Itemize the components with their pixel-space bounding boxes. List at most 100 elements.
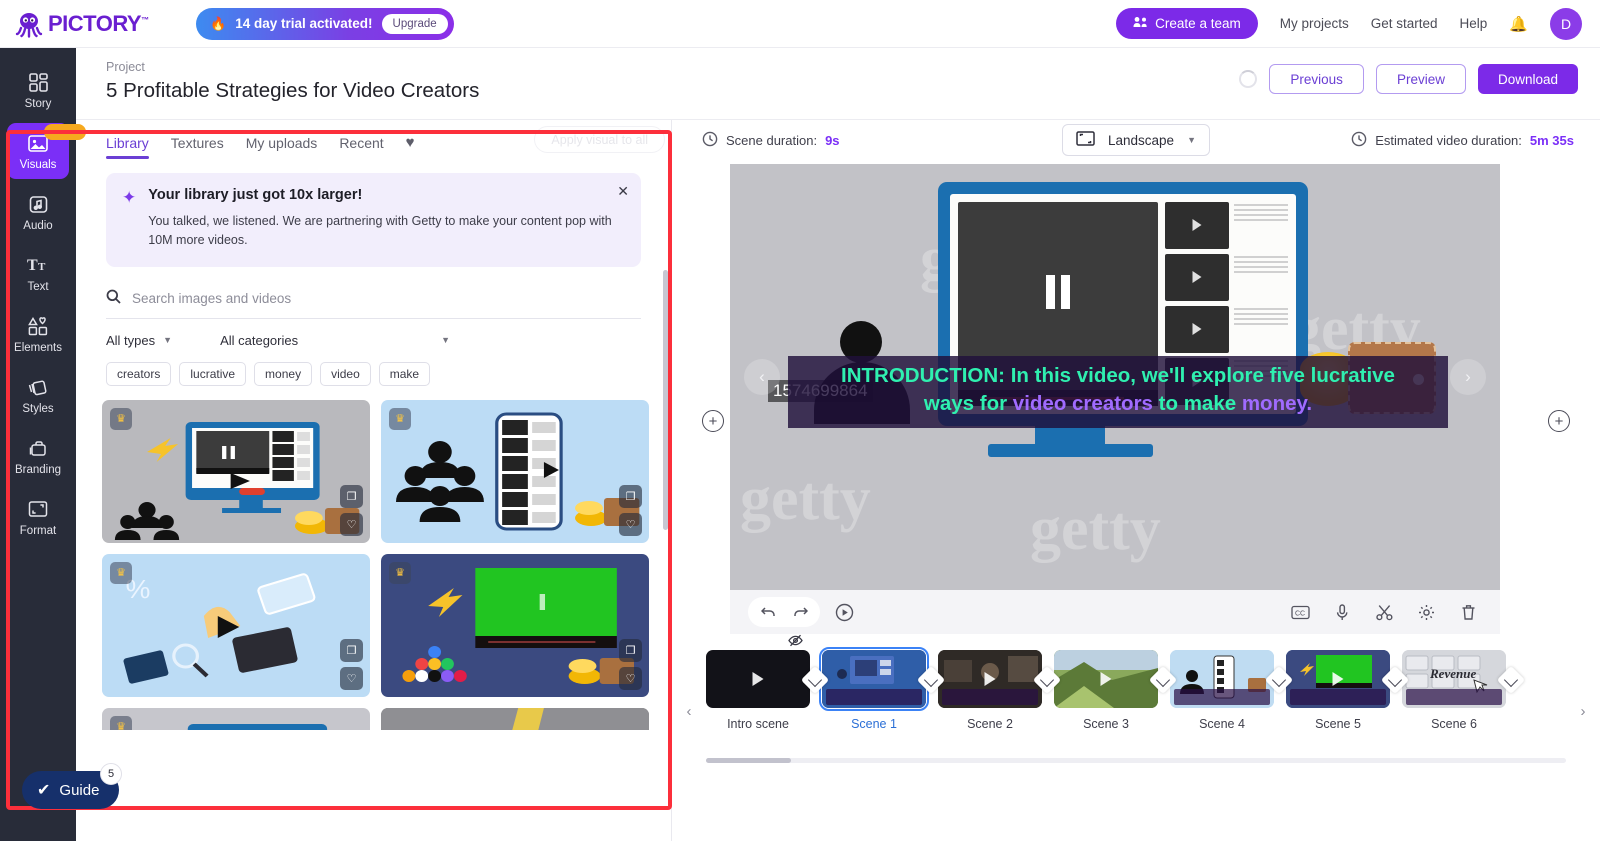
- top-right-actions: Create a team My projects Get started He…: [1116, 8, 1600, 40]
- settings-gear-icon[interactable]: [1412, 598, 1440, 626]
- media-thumbnail[interactable]: ♛ ❐ ♡: [381, 554, 649, 697]
- filter-all-categories-label: All categories: [220, 333, 298, 348]
- timeline-scene[interactable]: Scene 3: [1048, 650, 1164, 731]
- eye-off-icon[interactable]: [788, 634, 803, 650]
- duplicate-icon[interactable]: ❐: [619, 639, 642, 662]
- scene-label: Scene 4: [1199, 717, 1245, 731]
- crown-icon: ♛: [389, 408, 411, 430]
- add-scene-after-button[interactable]: +: [1548, 410, 1570, 432]
- previous-button[interactable]: Previous: [1269, 64, 1364, 94]
- play-icon: [753, 672, 764, 686]
- redo-icon[interactable]: [786, 598, 814, 626]
- sidebar-item-elements[interactable]: Elements: [7, 306, 69, 362]
- scene-thumbnail[interactable]: [1286, 650, 1390, 708]
- scene-thumbnail[interactable]: [1054, 650, 1158, 708]
- library-scrollbar[interactable]: [663, 270, 668, 530]
- upgrade-button[interactable]: Upgrade: [382, 14, 448, 34]
- tab-library[interactable]: Library: [106, 135, 149, 159]
- close-icon[interactable]: ✕: [617, 183, 629, 200]
- scene-label: Intro scene: [727, 717, 789, 731]
- filter-all-categories[interactable]: All categories ▼: [220, 333, 450, 348]
- chip-make[interactable]: make: [379, 362, 430, 386]
- sidebar-label-text: Text: [27, 281, 48, 293]
- nav-my-projects[interactable]: My projects: [1280, 16, 1349, 31]
- heart-outline-icon[interactable]: ♡: [619, 667, 642, 690]
- aspect-ratio-select[interactable]: Landscape ▼: [1062, 124, 1210, 156]
- scene-thumbnail[interactable]: [1170, 650, 1274, 708]
- tab-textures[interactable]: Textures: [171, 135, 224, 159]
- notifications-bell-icon[interactable]: 🔔: [1509, 15, 1528, 33]
- tab-recent[interactable]: Recent: [339, 135, 383, 159]
- thumbnail-actions: ❐ ♡: [340, 639, 363, 690]
- stage-prev-arrow[interactable]: ‹: [744, 359, 780, 395]
- heart-icon[interactable]: ♥: [406, 134, 415, 159]
- timeline-scene[interactable]: Scene 4: [1164, 650, 1280, 731]
- search-input[interactable]: [132, 291, 641, 306]
- timeline-next-arrow[interactable]: ›: [1574, 702, 1592, 720]
- duplicate-icon[interactable]: ❐: [340, 485, 363, 508]
- sidebar-label-format: Format: [20, 525, 56, 537]
- stage-next-arrow[interactable]: ›: [1450, 359, 1486, 395]
- user-avatar[interactable]: D: [1550, 8, 1582, 40]
- filter-all-types[interactable]: All types ▼: [106, 333, 172, 348]
- sidebar-label-branding: Branding: [15, 464, 61, 476]
- timeline-scene[interactable]: Scene 1: [816, 650, 932, 731]
- download-button[interactable]: Download: [1478, 64, 1578, 94]
- heart-outline-icon[interactable]: ♡: [619, 513, 642, 536]
- pictory-logo[interactable]: PICTORY™: [14, 9, 164, 39]
- scene-duration: Scene duration: 9s: [702, 131, 840, 150]
- caption-overlay[interactable]: INTRODUCTION: In this video, we'll explo…: [788, 356, 1448, 428]
- timeline-scene[interactable]: Scene 2: [932, 650, 1048, 731]
- trash-icon[interactable]: [1454, 598, 1482, 626]
- heart-outline-icon[interactable]: ♡: [340, 667, 363, 690]
- heart-outline-icon[interactable]: ♡: [340, 513, 363, 536]
- undo-icon[interactable]: [754, 598, 782, 626]
- scene-label: Scene 2: [967, 717, 1013, 731]
- scene-thumbnail[interactable]: [706, 650, 810, 708]
- sidebar-item-format[interactable]: Format: [7, 489, 69, 545]
- scissors-icon[interactable]: [1370, 598, 1398, 626]
- apply-visual-to-all-button[interactable]: Apply visual to all: [534, 126, 665, 153]
- duplicate-icon[interactable]: ❐: [619, 485, 642, 508]
- sidebar-item-story[interactable]: Story: [7, 62, 69, 118]
- sidebar-item-audio[interactable]: Audio: [7, 184, 69, 240]
- play-circle-icon[interactable]: [830, 598, 858, 626]
- thumbnail-actions: ❐ ♡: [619, 485, 642, 536]
- timeline-scene[interactable]: Revenue Scene 6: [1396, 650, 1512, 731]
- crown-icon: ♛: [110, 408, 132, 430]
- media-thumbnail[interactable]: ❐ ♡: [381, 708, 649, 730]
- add-scene-before-button[interactable]: +: [702, 410, 724, 432]
- clock-icon: [1351, 131, 1367, 150]
- chip-video[interactable]: video: [320, 362, 371, 386]
- chip-lucrative[interactable]: lucrative: [179, 362, 246, 386]
- create-team-button[interactable]: Create a team: [1116, 8, 1258, 39]
- guide-badge-count: 5: [100, 763, 122, 785]
- sidebar-item-text[interactable]: T T Text: [7, 245, 69, 301]
- scene-thumbnail[interactable]: [938, 650, 1042, 708]
- tab-my-uploads[interactable]: My uploads: [246, 135, 318, 159]
- project-actions: Previous Preview Download: [1239, 64, 1578, 94]
- timeline-scrollbar[interactable]: [706, 758, 1566, 763]
- sidebar-item-styles[interactable]: Styles: [7, 367, 69, 423]
- scene-thumbnail[interactable]: Revenue: [1402, 650, 1506, 708]
- video-preview-stage[interactable]: getty getty getty getty 15: [730, 164, 1500, 590]
- sidebar-item-branding[interactable]: Branding: [7, 428, 69, 484]
- nav-help[interactable]: Help: [1460, 16, 1488, 31]
- media-thumbnail[interactable]: ♛ ❐ ♡: [102, 400, 370, 543]
- microphone-icon[interactable]: [1328, 598, 1356, 626]
- nav-get-started[interactable]: Get started: [1371, 16, 1438, 31]
- timeline-prev-arrow[interactable]: ‹: [680, 702, 698, 720]
- scene-thumbnail[interactable]: [822, 650, 926, 708]
- media-thumbnail[interactable]: ♛ ❐ ♡: [102, 708, 370, 730]
- media-thumbnail[interactable]: % ♛ ❐ ♡: [102, 554, 370, 697]
- scene-label: Scene 1: [851, 717, 897, 731]
- chip-creators[interactable]: creators: [106, 362, 171, 386]
- captions-icon[interactable]: CC: [1286, 598, 1314, 626]
- timeline-scene[interactable]: Intro scene: [700, 650, 816, 731]
- chip-money[interactable]: money: [254, 362, 312, 386]
- media-thumbnail[interactable]: ♛ ❐ ♡: [381, 400, 649, 543]
- duplicate-icon[interactable]: ❐: [340, 639, 363, 662]
- sidebar-label-story: Story: [25, 98, 52, 110]
- preview-button[interactable]: Preview: [1376, 64, 1466, 94]
- timeline-scene[interactable]: Scene 5: [1280, 650, 1396, 731]
